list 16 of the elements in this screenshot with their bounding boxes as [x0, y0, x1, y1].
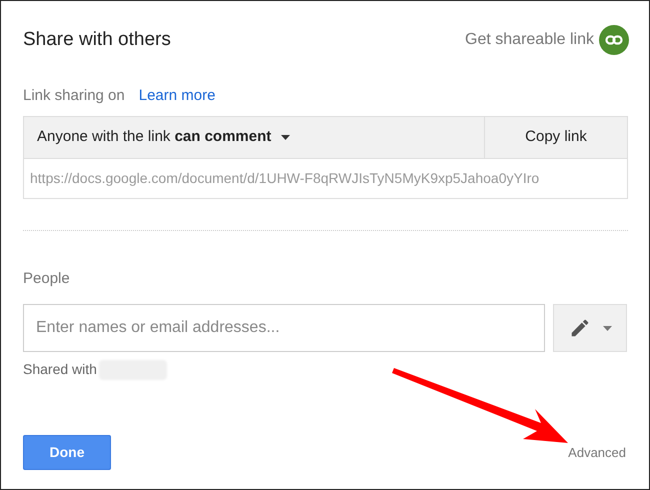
link-sharing-label: Link sharing on — [23, 86, 125, 106]
people-input-field[interactable]: Enter names or email addresses... — [23, 304, 546, 352]
done-button[interactable]: Done — [23, 435, 111, 470]
permission-dropdown[interactable] — [553, 304, 627, 352]
dialog-title: Share with others — [23, 28, 171, 52]
caret-icon — [602, 326, 612, 330]
access-dropdown[interactable]: Anyone with the link can comment — [23, 116, 485, 158]
shareable-link-label[interactable]: Get shareable link — [465, 28, 594, 52]
link-url-field[interactable]: https://docs.google.com/document/d/1UHW-F8qRWJIsTyN5MyK9xp5Jahoa0yYIro — [23, 158, 628, 198]
copy-link-button[interactable]: Copy link — [485, 116, 628, 158]
link-icon[interactable] — [599, 25, 629, 55]
caret-icon — [281, 134, 290, 140]
shared-with-label: Shared with — [23, 360, 97, 379]
people-label: People — [23, 268, 71, 288]
learn-more-link[interactable]: Learn more — [138, 85, 216, 108]
advanced-link[interactable]: Advanced — [568, 442, 626, 462]
